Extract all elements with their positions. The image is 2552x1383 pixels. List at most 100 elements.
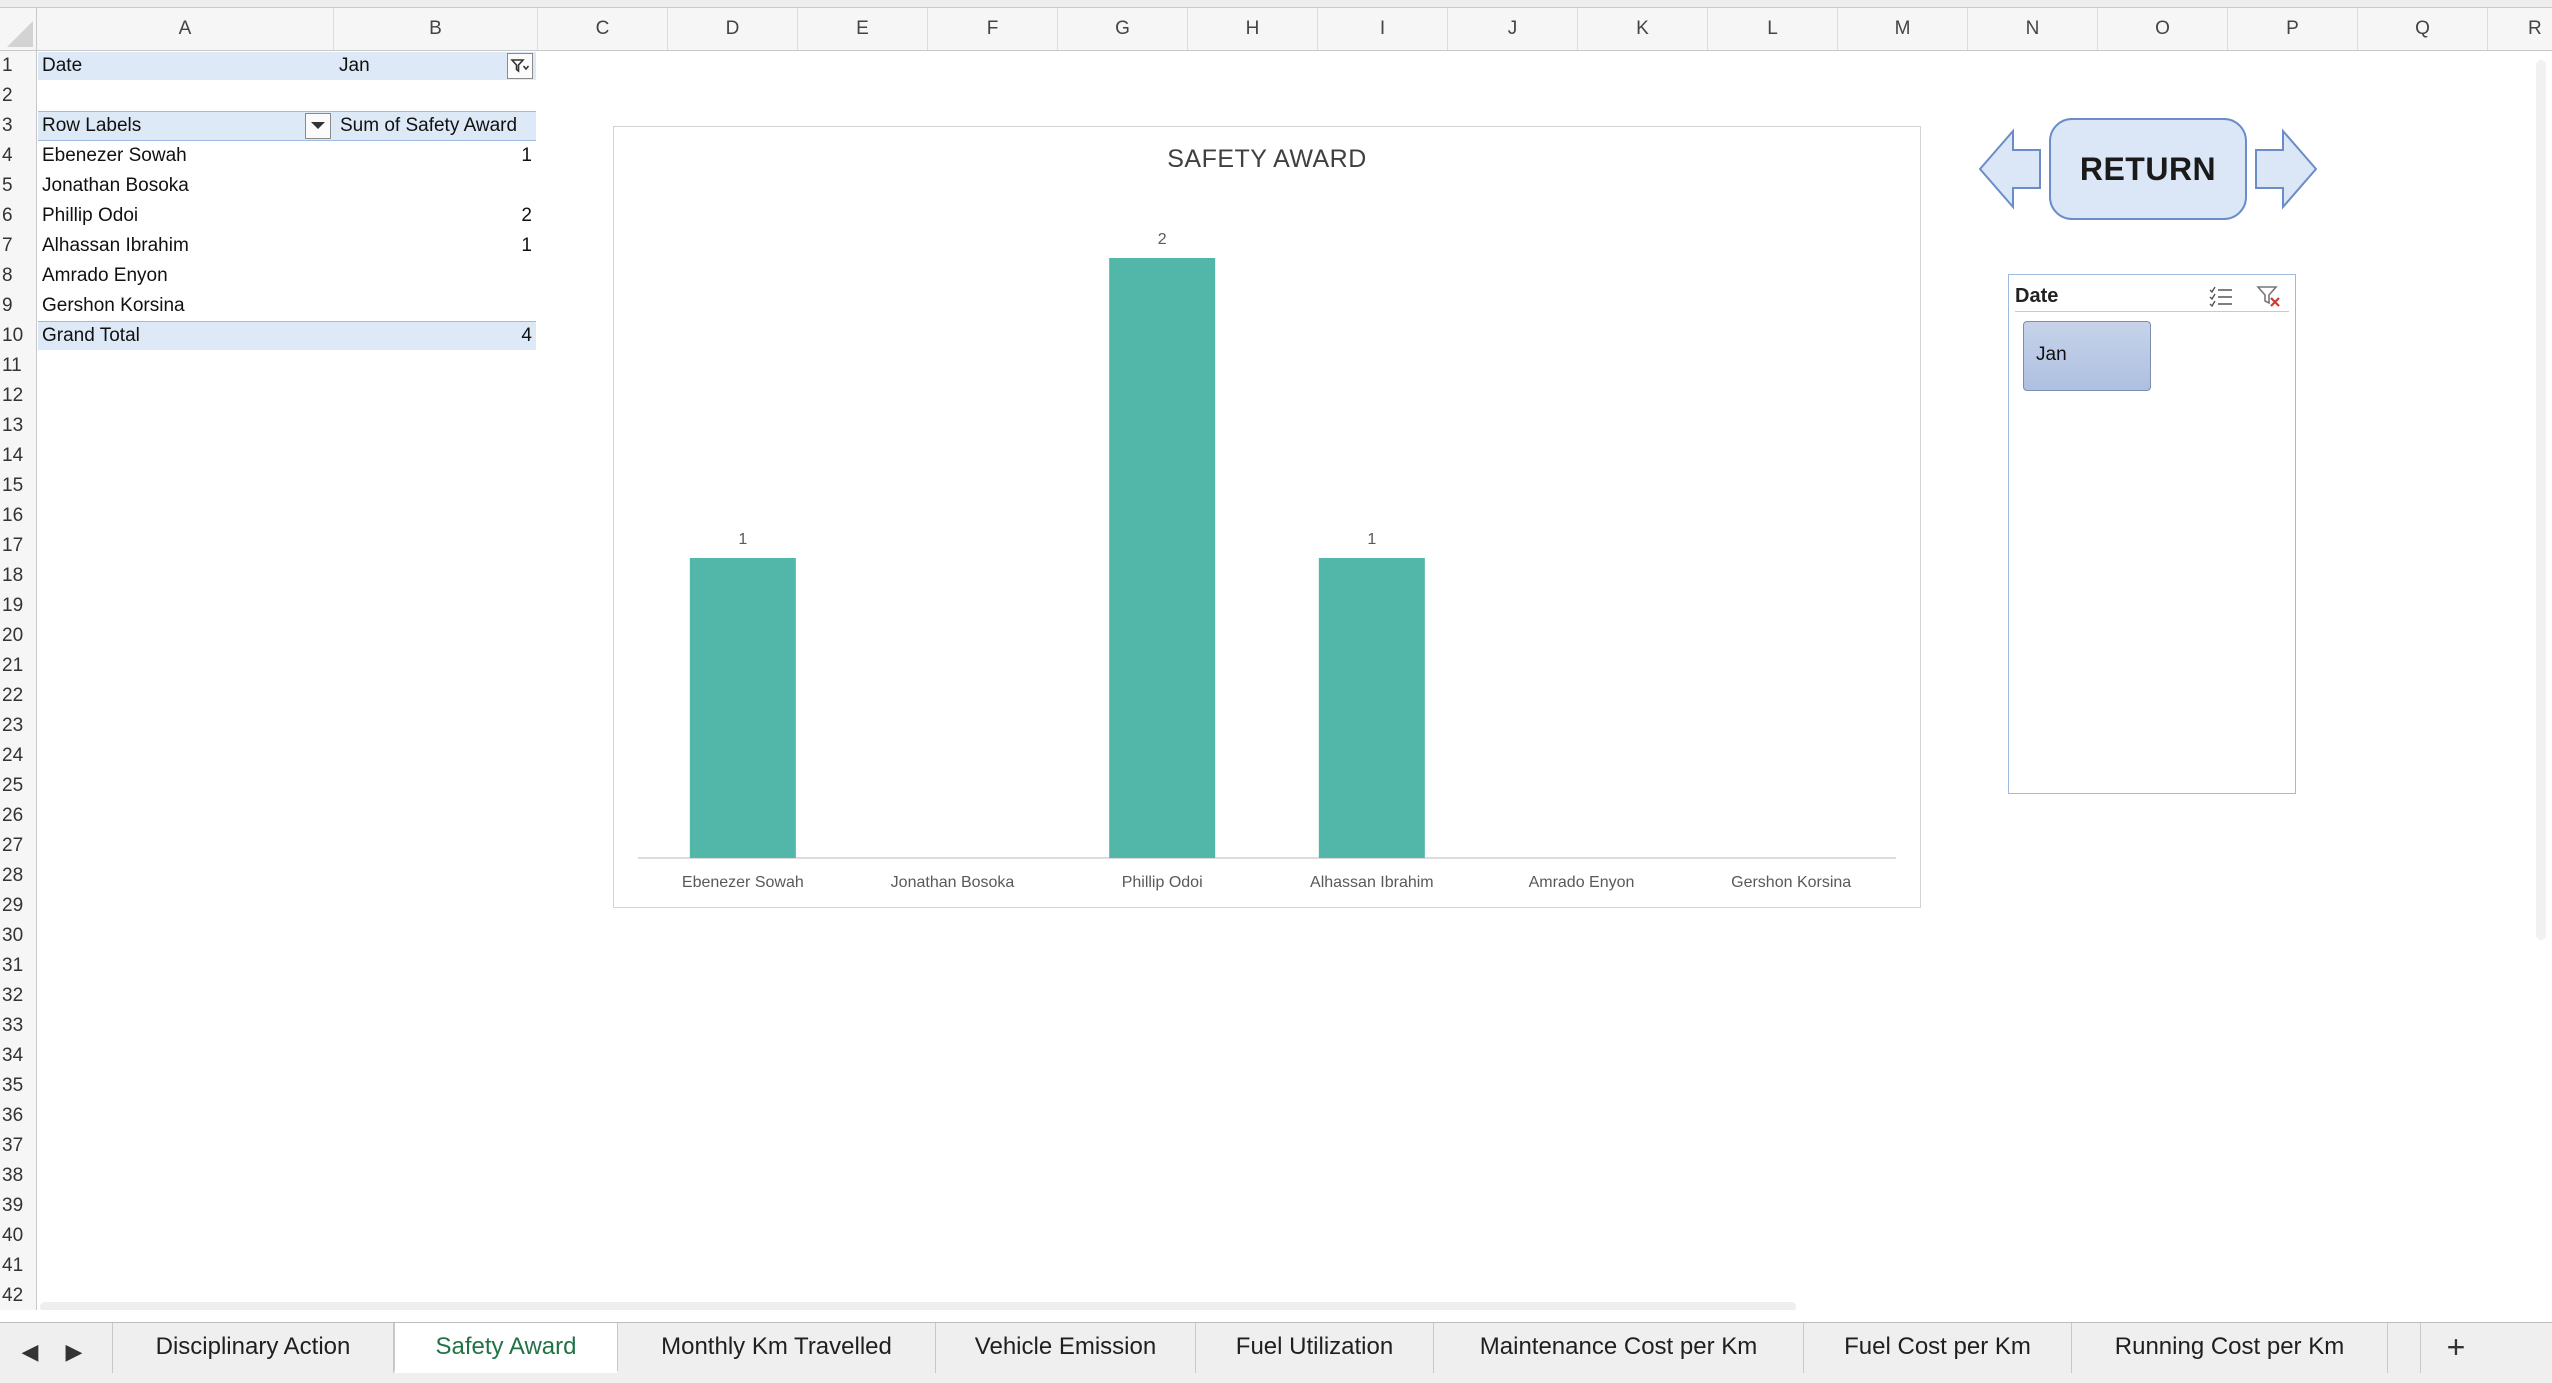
tab-vehicle-emission[interactable]: Vehicle Emission — [936, 1323, 1196, 1373]
column-header-k[interactable]: K — [1578, 8, 1708, 50]
pivot-row-label[interactable]: Gershon Korsina — [42, 291, 185, 321]
pivot-filter-label: Date — [42, 55, 83, 76]
clear-filter-icon[interactable] — [2255, 282, 2283, 310]
column-header-j[interactable]: J — [1448, 8, 1578, 50]
chevron-left-icon[interactable]: ◀ — [12, 1323, 48, 1381]
row-header[interactable]: 17 — [0, 531, 36, 561]
pivot-filter-value[interactable]: Jan — [339, 51, 370, 81]
chevron-right-icon[interactable]: ▶ — [56, 1323, 92, 1381]
row-header[interactable]: 13 — [0, 411, 36, 441]
row-header[interactable]: 21 — [0, 651, 36, 681]
tab-safety-award[interactable]: Safety Award — [394, 1323, 618, 1373]
row-header[interactable]: 14 — [0, 441, 36, 471]
row-header[interactable]: 7 — [0, 231, 36, 261]
row-header[interactable]: 12 — [0, 381, 36, 411]
pivot-row-value: 1 — [521, 145, 532, 166]
pivot-row-label[interactable]: Amrado Enyon — [42, 261, 168, 291]
pivot-row-label[interactable]: Alhassan Ibrahim — [42, 231, 189, 261]
row-header[interactable]: 36 — [0, 1101, 36, 1131]
pivot-row-label[interactable]: Jonathan Bosoka — [42, 171, 189, 201]
row-header[interactable]: 8 — [0, 261, 36, 291]
row-header[interactable]: 34 — [0, 1041, 36, 1071]
row-header[interactable]: 16 — [0, 501, 36, 531]
vertical-scrollbar[interactable] — [2536, 60, 2546, 940]
row-header[interactable]: 35 — [0, 1071, 36, 1101]
tab-monthly-km-travelled[interactable]: Monthly Km Travelled — [618, 1323, 936, 1373]
row-header[interactable]: 38 — [0, 1161, 36, 1191]
row-header[interactable]: 10 — [0, 321, 36, 351]
row-header[interactable]: 24 — [0, 741, 36, 771]
sheet-tab-bar: ◀ ▶ Disciplinary Action Safety Award Mon… — [0, 1322, 2552, 1383]
row-header[interactable]: 20 — [0, 621, 36, 651]
tab-maintenance-cost-per-km[interactable]: Maintenance Cost per Km — [1434, 1323, 1804, 1373]
column-header-a[interactable]: A — [37, 8, 334, 50]
row-labels-dropdown-button[interactable] — [305, 113, 331, 139]
row-header[interactable]: 41 — [0, 1251, 36, 1281]
horizontal-scrollbar[interactable] — [40, 1302, 1796, 1310]
add-sheet-button[interactable]: + — [2420, 1323, 2491, 1373]
row-header[interactable]: 5 — [0, 171, 36, 201]
row-header[interactable]: 29 — [0, 891, 36, 921]
row-header[interactable]: 4 — [0, 141, 36, 171]
column-header-i[interactable]: I — [1318, 8, 1448, 50]
safety-award-chart[interactable]: SAFETY AWARD 1 Ebenezer Sowah Jonathan Bos… — [613, 126, 1921, 908]
row-header[interactable]: 25 — [0, 771, 36, 801]
multi-select-icon[interactable] — [2207, 282, 2235, 310]
row-header[interactable]: 27 — [0, 831, 36, 861]
row-header[interactable]: 18 — [0, 561, 36, 591]
column-header-g[interactable]: G — [1058, 8, 1188, 50]
column-header-r[interactable]: R — [2488, 8, 2552, 50]
select-all-corner[interactable] — [0, 8, 37, 50]
chart-bar[interactable] — [1318, 558, 1425, 858]
row-header[interactable]: 42 — [0, 1281, 36, 1310]
row-header[interactable]: 28 — [0, 861, 36, 891]
row-header[interactable]: 1 — [0, 51, 36, 81]
tab-disciplinary-action[interactable]: Disciplinary Action — [112, 1323, 394, 1373]
column-header-m[interactable]: M — [1838, 8, 1968, 50]
row-header[interactable]: 3 — [0, 111, 36, 141]
row-header[interactable]: 9 — [0, 291, 36, 321]
pivot-grand-total-label: Grand Total — [42, 325, 140, 346]
column-header-h[interactable]: H — [1188, 8, 1318, 50]
row-header[interactable]: 23 — [0, 711, 36, 741]
tab-running-cost-per-km[interactable]: Running Cost per Km — [2072, 1323, 2388, 1373]
return-button[interactable]: RETURN — [1978, 117, 2318, 221]
column-header-e[interactable]: E — [798, 8, 928, 50]
row-header[interactable]: 33 — [0, 1011, 36, 1041]
formula-bar-edge — [0, 0, 2552, 8]
column-header-o[interactable]: O — [2098, 8, 2228, 50]
row-header[interactable]: 26 — [0, 801, 36, 831]
row-header[interactable]: 6 — [0, 201, 36, 231]
x-tick-label: Alhassan Ibrahim — [1310, 874, 1434, 891]
row-header[interactable]: 32 — [0, 981, 36, 1011]
column-header-n[interactable]: N — [1968, 8, 2098, 50]
row-header[interactable]: 11 — [0, 351, 36, 381]
chart-bar[interactable] — [1109, 258, 1216, 858]
column-header-p[interactable]: P — [2228, 8, 2358, 50]
column-header-l[interactable]: L — [1708, 8, 1838, 50]
tab-fuel-cost-per-km[interactable]: Fuel Cost per Km — [1804, 1323, 2072, 1373]
pivot-row-label[interactable]: Phillip Odoi — [42, 201, 138, 231]
filter-dropdown-button[interactable] — [507, 53, 533, 79]
column-header-d[interactable]: D — [668, 8, 798, 50]
date-slicer[interactable]: Date Jan — [2008, 274, 2296, 794]
row-header[interactable]: 22 — [0, 681, 36, 711]
slicer-item-jan[interactable]: Jan — [2023, 321, 2151, 391]
column-header-c[interactable]: C — [538, 8, 668, 50]
column-header-q[interactable]: Q — [2358, 8, 2488, 50]
column-header-b[interactable]: B — [334, 8, 538, 50]
row-header[interactable]: 15 — [0, 471, 36, 501]
row-header[interactable]: 31 — [0, 951, 36, 981]
row-header[interactable]: 37 — [0, 1131, 36, 1161]
pivot-row-label[interactable]: Ebenezer Sowah — [42, 141, 187, 171]
chart-bar[interactable] — [689, 558, 796, 858]
row-header[interactable]: 40 — [0, 1221, 36, 1251]
row-header[interactable]: 2 — [0, 81, 36, 111]
tab-fuel-utilization[interactable]: Fuel Utilization — [1196, 1323, 1434, 1373]
row-header[interactable]: 19 — [0, 591, 36, 621]
row-header[interactable]: 30 — [0, 921, 36, 951]
bar-data-label: 2 — [1158, 231, 1167, 248]
chevron-down-icon — [311, 122, 325, 129]
row-header[interactable]: 39 — [0, 1191, 36, 1221]
column-header-f[interactable]: F — [928, 8, 1058, 50]
